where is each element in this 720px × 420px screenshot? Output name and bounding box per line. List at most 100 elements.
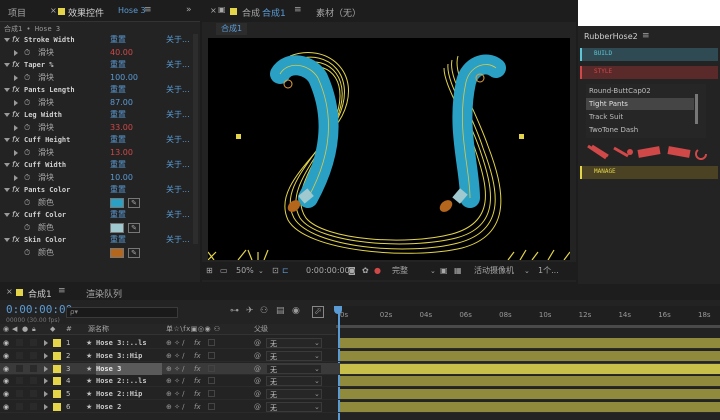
- layer-name[interactable]: Hose 3: [96, 362, 162, 375]
- eye-icon[interactable]: ◉: [3, 324, 9, 335]
- tab-composition-label[interactable]: 合成: [242, 6, 260, 19]
- shy-icon[interactable]: ⚇: [260, 306, 268, 316]
- pickwhip-icon[interactable]: @: [254, 388, 261, 400]
- lock-toggle[interactable]: [30, 351, 37, 359]
- audio-toggle[interactable]: [16, 364, 23, 372]
- playhead-handle[interactable]: [334, 306, 342, 314]
- tab-render-queue[interactable]: 渲染队列: [86, 287, 122, 300]
- color-effect-header-1[interactable]: fx Cuff Color 重置 关于...: [0, 209, 192, 221]
- layer-row[interactable]: ◉ 4 ★ Hose 2::..ls ⊕ ✧ ∕ fx @ 无 ⌄: [0, 375, 720, 388]
- chevron-right-icon[interactable]: [14, 124, 18, 131]
- visibility-eye-icon[interactable]: ◉: [3, 363, 9, 375]
- chevron-down-icon[interactable]: [4, 63, 10, 67]
- switch-box[interactable]: [208, 351, 215, 359]
- motion-blur-icon[interactable]: ◉: [292, 306, 300, 316]
- chevron-down-icon[interactable]: ⌄: [314, 363, 320, 375]
- comp-canvas[interactable]: [208, 38, 570, 260]
- visibility-eye-icon[interactable]: ◉: [3, 401, 9, 413]
- layer-switches[interactable]: ⊕ ✧ ∕: [166, 375, 185, 387]
- fx-switch-icon[interactable]: fx: [194, 350, 201, 362]
- stopwatch-icon[interactable]: ⏱: [24, 147, 30, 159]
- stopwatch-icon[interactable]: ⏱: [24, 222, 30, 234]
- layer-label-color[interactable]: [53, 339, 61, 347]
- comp-breadcrumb[interactable]: 合成1: [216, 23, 248, 35]
- style-item[interactable]: Tight Pants: [586, 98, 694, 110]
- effect-reset-link[interactable]: 重置: [110, 209, 126, 221]
- stopwatch-icon[interactable]: ⏱: [24, 122, 30, 134]
- effect-header-5[interactable]: fx Cuff Width 重置 关于...: [0, 159, 192, 171]
- layer-name[interactable]: Hose 3::..ls: [96, 337, 162, 349]
- chevron-down-icon[interactable]: [4, 38, 10, 42]
- fx-switch-icon[interactable]: fx: [194, 363, 201, 375]
- layer-label-color[interactable]: [53, 403, 61, 411]
- layer-switches[interactable]: ⊕ ✧ ∕: [166, 363, 185, 375]
- comp-mini-flowchart-icon[interactable]: ⊶: [230, 306, 239, 316]
- fx-switch-icon[interactable]: fx: [194, 401, 201, 413]
- grid-icon[interactable]: ▭: [220, 262, 228, 280]
- layer-label-color[interactable]: [53, 377, 61, 386]
- tab-effect-controls[interactable]: 效果控件: [68, 6, 104, 19]
- layer-name[interactable]: Hose 3::Hip: [96, 350, 162, 362]
- pickwhip-icon[interactable]: @: [254, 401, 261, 413]
- style-section-button[interactable]: STYLE: [580, 66, 718, 79]
- chevron-down-icon[interactable]: [4, 163, 10, 167]
- lock-toggle[interactable]: [30, 403, 37, 410]
- source-name-header[interactable]: 源名称: [88, 324, 109, 335]
- stopwatch-icon[interactable]: ⏱: [24, 47, 30, 59]
- channel-icon[interactable]: ✿: [362, 262, 369, 280]
- chevron-down-icon[interactable]: [4, 88, 10, 92]
- effect-header-3[interactable]: fx Leg Width 重置 关于...: [0, 109, 192, 121]
- style-item[interactable]: Track Suit: [586, 111, 694, 123]
- effect-about-link[interactable]: 关于...: [166, 134, 190, 146]
- layer-duration-bar[interactable]: [340, 376, 720, 387]
- fx-icon[interactable]: fx: [12, 34, 20, 46]
- expand-chevron-icon[interactable]: [44, 340, 48, 346]
- timeline-timecode[interactable]: 0:00:00:00: [6, 303, 72, 316]
- fx-icon[interactable]: fx: [12, 59, 20, 71]
- fx-switch-icon[interactable]: fx: [194, 388, 201, 400]
- effect-reset-link[interactable]: 重置: [110, 134, 126, 146]
- effect-reset-link[interactable]: 重置: [110, 59, 126, 71]
- layer-duration-bar[interactable]: [340, 350, 720, 361]
- chevron-down-icon[interactable]: [4, 113, 10, 117]
- chevron-down-icon[interactable]: [4, 188, 10, 192]
- chevron-down-icon[interactable]: ⌄: [314, 337, 320, 349]
- pickwhip-icon[interactable]: @: [254, 350, 261, 362]
- slider-value[interactable]: 100.00: [110, 72, 138, 84]
- lock-toggle[interactable]: [30, 377, 37, 385]
- color-effect-header-0[interactable]: fx Pants Color 重置 关于...: [0, 184, 192, 196]
- refresh-icon[interactable]: [695, 149, 707, 160]
- expand-chevron-icon[interactable]: [44, 391, 48, 398]
- expand-chevron-icon[interactable]: [44, 365, 48, 372]
- close-icon[interactable]: ×: [50, 6, 57, 15]
- effect-header-1[interactable]: fx Taper % 重置 关于...: [0, 59, 192, 71]
- effect-reset-link[interactable]: 重置: [110, 184, 126, 196]
- tab-composition-name[interactable]: 合成1: [262, 6, 286, 19]
- layer-label-color[interactable]: [53, 351, 61, 360]
- scrollbar[interactable]: [193, 34, 198, 244]
- color-effect-header-2[interactable]: fx Skin Color 重置 关于...: [0, 234, 192, 246]
- layer-switches[interactable]: ⊕ ✧ ∕: [166, 388, 185, 400]
- layer-search-input[interactable]: ρ▾: [66, 307, 178, 318]
- chevron-right-icon[interactable]: [14, 149, 18, 156]
- layer-switches[interactable]: ⊕ ✧ ∕: [166, 401, 185, 413]
- lock-toggle[interactable]: [30, 364, 37, 372]
- layer-duration-bar[interactable]: [340, 402, 720, 412]
- audio-toggle[interactable]: [16, 351, 23, 359]
- manage-section-button[interactable]: MANAGE: [580, 166, 718, 179]
- lock-toggle[interactable]: [30, 339, 37, 346]
- preview-icon[interactable]: ⊞: [206, 262, 213, 280]
- preset-icon-2[interactable]: [613, 146, 633, 158]
- region-icon[interactable]: ▣: [440, 262, 448, 280]
- resolution-select[interactable]: 完整: [392, 262, 408, 280]
- stopwatch-icon[interactable]: ⏱: [24, 72, 30, 84]
- expand-chevron-icon[interactable]: [44, 378, 48, 385]
- chevron-down-icon[interactable]: ⌄: [314, 388, 320, 400]
- color-swatch[interactable]: [110, 197, 124, 208]
- fx-icon[interactable]: fx: [12, 234, 20, 246]
- zoom-select[interactable]: 50%: [236, 262, 254, 280]
- pickwhip-icon[interactable]: @: [254, 375, 261, 387]
- parent-header[interactable]: 父级: [254, 324, 268, 335]
- eyedropper-icon[interactable]: ✎: [128, 197, 140, 208]
- chevron-down-icon[interactable]: ⌄: [314, 375, 320, 387]
